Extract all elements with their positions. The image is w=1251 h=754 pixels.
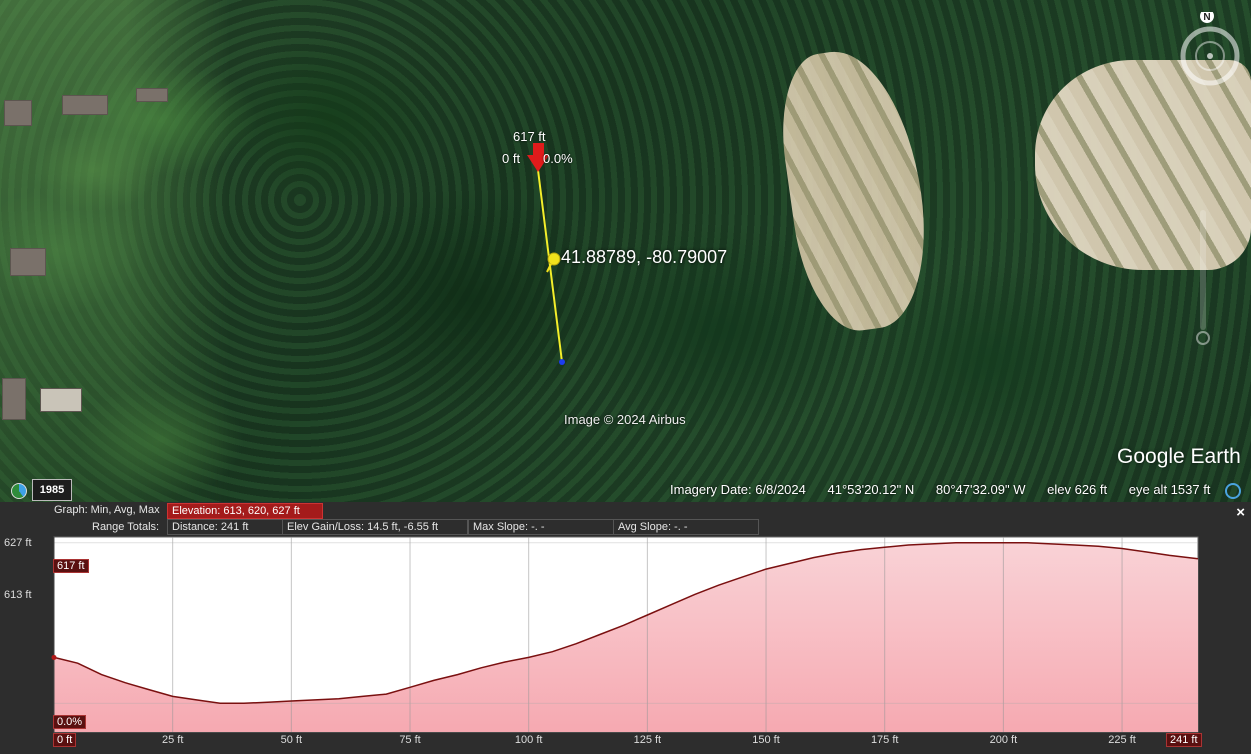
historical-year-badge[interactable]: 1985 <box>32 479 72 501</box>
y-tick-label: 627 ft <box>4 537 32 549</box>
x-tick-label: 50 ft <box>280 734 303 746</box>
pushpin-icon <box>546 252 561 273</box>
y-tick-label: 613 ft <box>4 589 32 601</box>
imagery-copyright: Image © 2024 Airbus <box>564 412 686 427</box>
satellite-map[interactable]: 617 ft 0 ft 0.0% 41.88789, -80.79007 Ima… <box>0 0 1251 502</box>
cursor-point <box>51 654 57 660</box>
x-tick-label: 75 ft <box>399 734 421 746</box>
north-label: N <box>1203 12 1210 23</box>
zoom-slider[interactable] <box>1196 210 1210 350</box>
x-tick-label: 25 ft <box>161 734 184 746</box>
eye-altitude-readout: eye alt 1537 ft <box>1128 482 1211 497</box>
latitude-readout: 41°53'20.12" N <box>827 482 915 497</box>
longitude-readout: 80°47'32.09" W <box>935 482 1026 497</box>
x-axis-end-label: 241 ft <box>1166 733 1202 747</box>
x-tick-label: 225 ft <box>1108 734 1136 746</box>
x-tick-label: 200 ft <box>989 734 1018 746</box>
x-tick-label: 150 ft <box>752 734 780 746</box>
marker-slope-label: 0.0% <box>543 151 573 166</box>
historical-imagery-icon[interactable] <box>11 483 27 499</box>
cursor-slope-label: 0.0% <box>53 715 87 729</box>
marker-elevation-label: 617 ft <box>513 129 546 144</box>
imagery-date: Imagery Date: 6/8/2024 <box>670 482 806 497</box>
placemark-label[interactable]: 41.88789, -80.79007 <box>561 247 727 268</box>
x-tick-label: 125 ft <box>633 734 662 746</box>
x-tick-label: 100 ft <box>514 734 543 746</box>
marker-distance-label: 0 ft <box>502 151 521 166</box>
elevation-readout: elev 626 ft <box>1047 482 1108 497</box>
x-tick-label: 175 ft <box>870 734 899 746</box>
path-end-point <box>559 359 565 365</box>
elevation-chart[interactable] <box>0 502 1251 754</box>
streaming-status-icon <box>1225 483 1241 499</box>
brand-logo: Google Earth <box>1117 445 1241 468</box>
status-bar: Imagery Date: 6/8/2024 41°53'20.12" N 80… <box>670 482 1228 497</box>
cursor-distance-label: 0 ft <box>53 733 77 747</box>
compass-icon[interactable]: N <box>1180 12 1240 86</box>
cursor-elevation-label: 617 ft <box>53 559 89 573</box>
elevation-profile-panel: × Graph: Min, Avg, Max Elevation: 613, 6… <box>0 502 1251 754</box>
